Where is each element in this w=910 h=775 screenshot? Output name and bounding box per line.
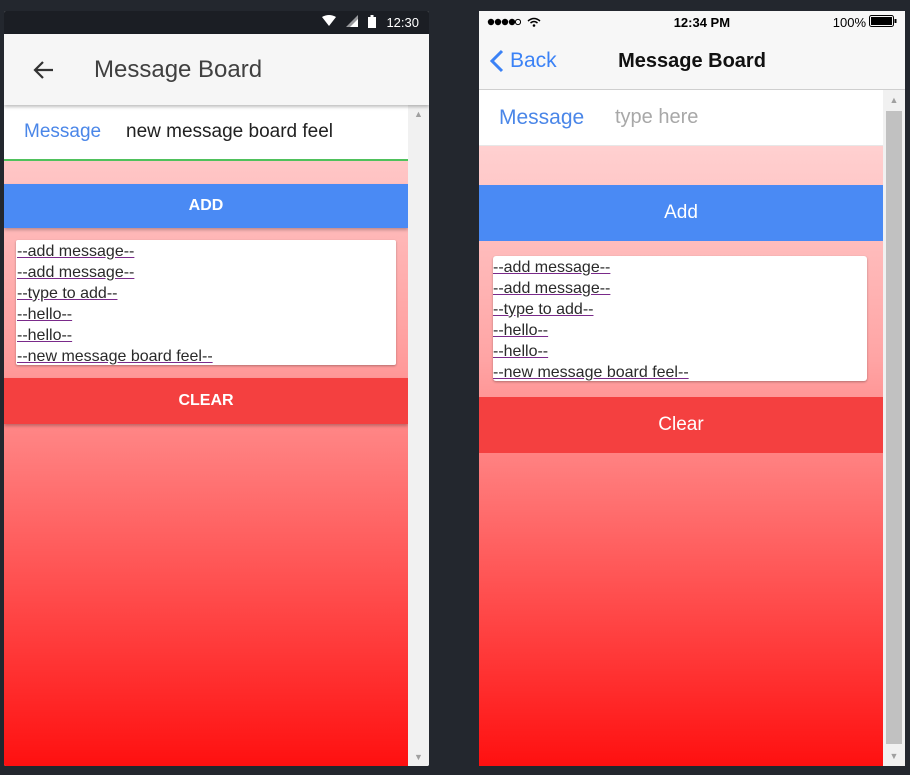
scroll-thumb[interactable] <box>886 111 902 744</box>
message-list: --add message-- --add message-- --type t… <box>493 256 867 381</box>
message-input[interactable] <box>126 121 396 143</box>
nav-bar: Back Message Board <box>479 33 905 90</box>
status-time: 12:34 PM <box>673 14 731 30</box>
list-item[interactable]: --add message-- <box>493 257 610 278</box>
scroll-up-icon[interactable]: ▲ <box>883 95 905 105</box>
battery-icon <box>869 14 897 30</box>
wifi-icon <box>322 15 337 30</box>
list-item[interactable]: --new message board feel-- <box>493 362 689 383</box>
list-item[interactable]: --new message board feel-- <box>17 346 213 367</box>
list-item[interactable]: --type to add-- <box>493 299 593 320</box>
battery-percent: 100% <box>832 14 866 30</box>
scroll-down-icon[interactable]: ▼ <box>883 751 905 761</box>
status-bar: 12:30 <box>4 11 429 34</box>
signal-icon <box>487 15 541 30</box>
scroll-up-icon[interactable]: ▲ <box>408 109 429 119</box>
scroll-down-icon[interactable]: ▼ <box>408 752 429 762</box>
message-input[interactable] <box>615 106 855 129</box>
list-item[interactable]: --add message-- <box>493 278 610 299</box>
message-label: Message <box>499 105 585 129</box>
message-input-row: Message <box>479 90 883 146</box>
add-button[interactable]: ADD <box>4 184 408 228</box>
page-title: Message Board <box>94 55 263 83</box>
clear-button[interactable]: CLEAR <box>4 378 408 424</box>
list-item[interactable]: --hello-- <box>493 320 548 341</box>
message-list: --add message-- --add message-- --type t… <box>16 240 396 365</box>
ios-screen: 12:34 PM 100% Back Message Board Message… <box>479 11 905 766</box>
signal-icon <box>346 15 359 30</box>
list-item[interactable]: --add message-- <box>17 241 134 262</box>
list-item[interactable]: --add message-- <box>17 262 134 283</box>
list-item[interactable]: --hello-- <box>17 304 72 325</box>
scrollbar[interactable]: ▲ ▼ <box>408 105 429 766</box>
message-input-row: Message <box>4 105 408 161</box>
list-item[interactable]: --hello-- <box>493 341 548 362</box>
list-item[interactable]: --hello-- <box>17 325 72 346</box>
chevron-left-icon <box>489 49 505 73</box>
clear-button[interactable]: Clear <box>479 397 883 453</box>
android-screen: 12:30 Message Board Message ADD --add me… <box>4 11 429 766</box>
app-bar: Message Board <box>4 34 429 105</box>
wifi-icon <box>527 15 541 30</box>
add-button[interactable]: Add <box>479 185 883 241</box>
battery-icon <box>368 14 377 31</box>
message-label: Message <box>24 121 102 142</box>
list-item[interactable]: --type to add-- <box>17 283 117 304</box>
content-area: Message Add --add message-- --add messag… <box>479 90 883 766</box>
back-button[interactable]: Back <box>479 49 557 73</box>
back-arrow-icon[interactable] <box>4 60 84 80</box>
status-time: 12:30 <box>386 15 419 30</box>
back-label: Back <box>510 49 557 72</box>
scrollbar[interactable]: ▲ ▼ <box>883 90 905 766</box>
content-area: Message ADD --add message-- --add messag… <box>4 105 408 766</box>
status-bar: 12:34 PM 100% <box>479 11 905 33</box>
